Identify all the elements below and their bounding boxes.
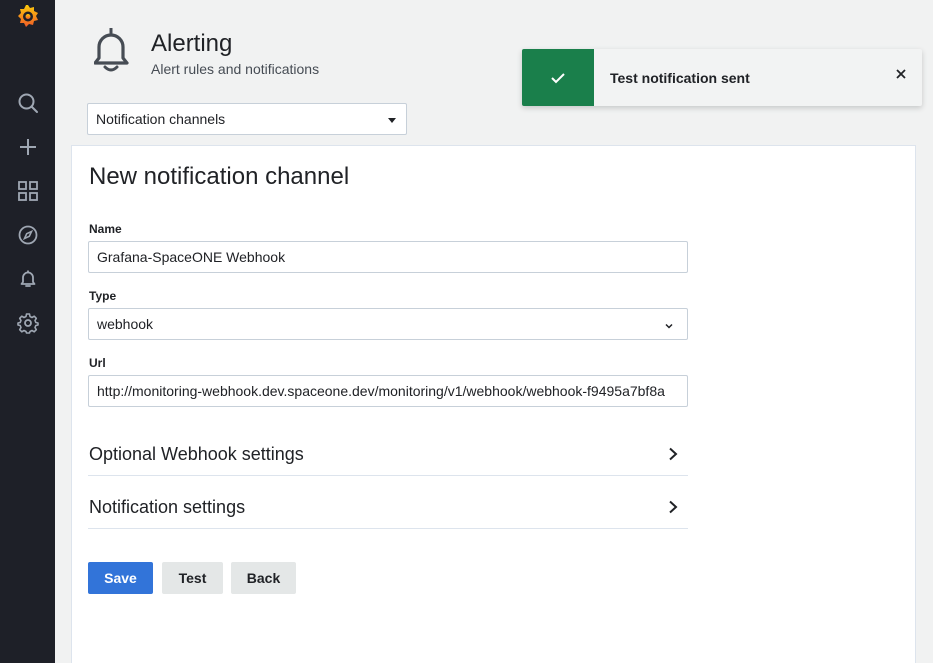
- name-input[interactable]: [88, 241, 688, 273]
- grafana-logo-icon[interactable]: [0, 0, 55, 36]
- name-label: Name: [89, 222, 122, 236]
- url-input[interactable]: [88, 375, 688, 407]
- success-toast: Test notification sent: [522, 49, 922, 106]
- configuration-gear-icon[interactable]: [0, 303, 55, 343]
- toast-message: Test notification sent: [610, 70, 750, 86]
- caret-down-icon: [388, 118, 396, 123]
- notification-settings-title: Notification settings: [89, 497, 246, 517]
- optional-webhook-settings-toggle[interactable]: Optional Webhook settings: [88, 438, 688, 476]
- plus-icon[interactable]: [0, 127, 55, 167]
- bell-icon: [93, 26, 130, 77]
- test-button[interactable]: Test: [162, 562, 223, 594]
- type-label: Type: [89, 289, 117, 303]
- close-icon[interactable]: [894, 67, 908, 86]
- side-menu: [0, 0, 55, 663]
- back-button[interactable]: Back: [231, 562, 296, 594]
- page-title: Alerting: [151, 30, 233, 57]
- save-button[interactable]: Save: [88, 562, 153, 594]
- alerting-bell-icon[interactable]: [0, 259, 55, 299]
- form-title: New notification channel: [89, 163, 350, 190]
- dashboards-icon[interactable]: [0, 171, 55, 211]
- chevron-down-icon: [663, 319, 675, 335]
- page-subtitle: Alert rules and notifications: [151, 61, 320, 77]
- optional-webhook-settings-title: Optional Webhook settings: [89, 444, 304, 464]
- url-label: Url: [89, 356, 106, 370]
- search-icon[interactable]: [0, 83, 55, 123]
- explore-compass-icon[interactable]: [0, 215, 55, 255]
- page-nav-select[interactable]: Notification channels: [87, 103, 407, 135]
- check-icon: [522, 49, 594, 106]
- chevron-right-icon: [666, 499, 680, 520]
- page-nav-select-value: Notification channels: [96, 111, 226, 127]
- notification-channel-form: New notification channel Name Type webho…: [71, 145, 916, 663]
- notification-settings-toggle[interactable]: Notification settings: [88, 491, 688, 529]
- chevron-right-icon: [666, 446, 680, 467]
- type-select[interactable]: webhook: [88, 308, 688, 340]
- type-select-value: webhook: [97, 316, 154, 332]
